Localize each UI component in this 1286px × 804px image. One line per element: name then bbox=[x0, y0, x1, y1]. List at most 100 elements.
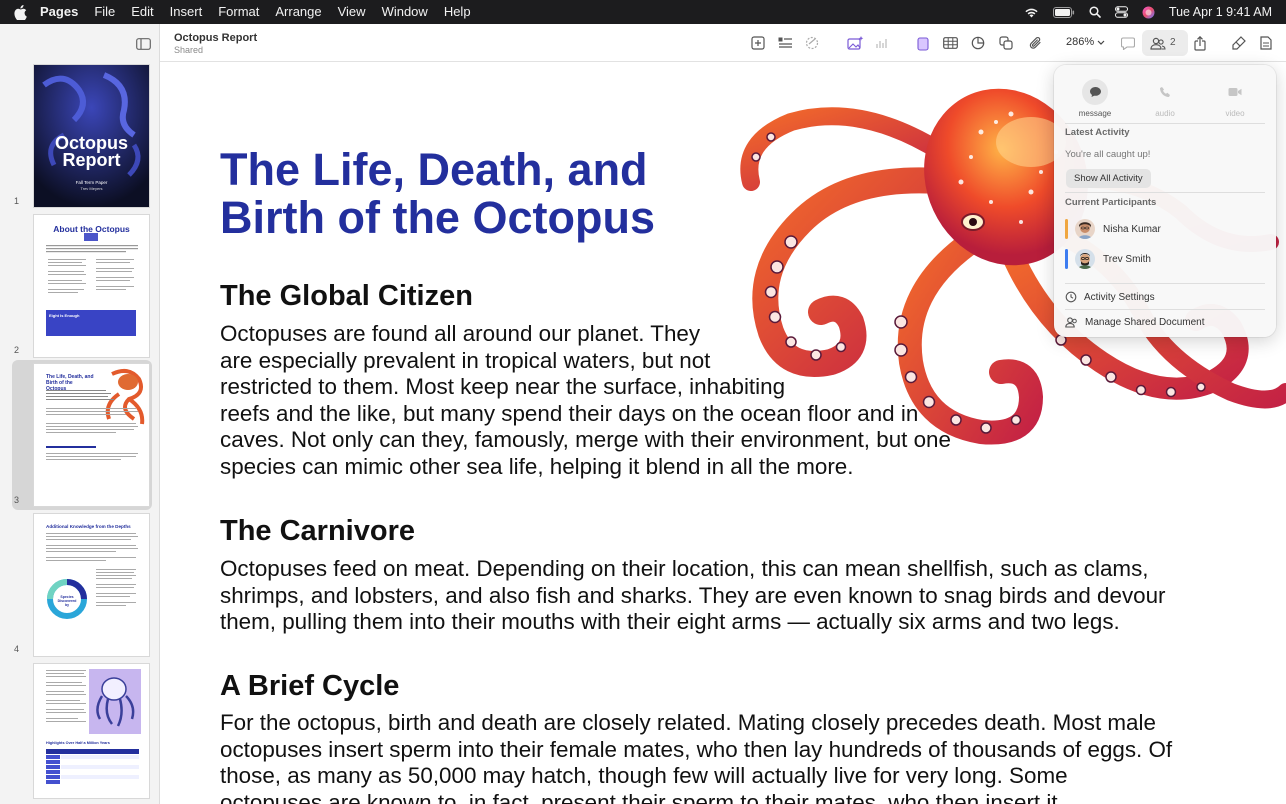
list-style-icon[interactable] bbox=[775, 33, 795, 53]
thumb4-donut-label: Species Discovered by bbox=[57, 595, 77, 607]
text-line: are especially prevalent in tropical wat… bbox=[220, 347, 711, 373]
page-thumbnail-2[interactable]: About the Octopus Eight Is Enough bbox=[34, 215, 149, 357]
heading-line-1: The Life, Death, and bbox=[220, 144, 648, 195]
document-shared-status: Shared bbox=[174, 45, 204, 55]
text-line: reefs and the like, but many spend their… bbox=[220, 400, 919, 426]
video-button[interactable]: video bbox=[1202, 79, 1268, 118]
siri-icon[interactable] bbox=[1142, 6, 1155, 19]
menu-edit[interactable]: Edit bbox=[123, 0, 161, 24]
caught-up-text: You're all caught up! bbox=[1065, 149, 1151, 160]
cover-subtitle: Fall Term Paper bbox=[75, 180, 108, 185]
collaborator-count: 2 bbox=[1170, 37, 1176, 48]
apple-menu-icon[interactable] bbox=[0, 4, 40, 20]
menu-arrange[interactable]: Arrange bbox=[267, 0, 329, 24]
insert-media-icon[interactable] bbox=[845, 33, 865, 53]
activity-settings-item[interactable]: Activity Settings bbox=[1065, 291, 1155, 303]
thumb5-table-title: Highlights Over Half a Million Years bbox=[46, 741, 110, 745]
wifi-icon[interactable] bbox=[1024, 7, 1039, 18]
message-label: message bbox=[1078, 109, 1112, 118]
zoom-level: 286% bbox=[1066, 36, 1095, 48]
comment-icon[interactable] bbox=[1118, 33, 1138, 53]
participant-nisha-kumar[interactable]: Nisha Kumar bbox=[1065, 218, 1265, 240]
status-area: Tue Apr 1 9:41 AM bbox=[1024, 5, 1286, 19]
text-line: caves. Not only can they, famously, merg… bbox=[220, 427, 951, 453]
participant-name: Trev Smith bbox=[1103, 253, 1151, 265]
divider bbox=[1065, 123, 1265, 124]
manage-shared-document-label: Manage Shared Document bbox=[1085, 317, 1205, 328]
cover-author: Trev Meyers bbox=[80, 186, 103, 191]
thumb3-content bbox=[46, 368, 145, 460]
avatar bbox=[1075, 249, 1095, 269]
menu-help[interactable]: Help bbox=[436, 0, 479, 24]
show-all-activity-button[interactable]: Show All Activity bbox=[1066, 169, 1151, 188]
table-icon[interactable] bbox=[940, 33, 960, 53]
menu-window[interactable]: Window bbox=[374, 0, 436, 24]
collaboration-popover: message audio video Latest Activity You'… bbox=[1054, 65, 1276, 337]
chart-disabled-icon bbox=[872, 33, 892, 53]
participant-name: Nisha Kumar bbox=[1103, 223, 1161, 235]
message-icon bbox=[1082, 79, 1108, 105]
document-setup-icon[interactable] bbox=[1256, 33, 1276, 53]
section-heading-global-citizen[interactable]: The Global Citizen bbox=[220, 280, 473, 313]
page-number-1: 1 bbox=[14, 196, 20, 206]
text-line: those, as many as 50,000 may hatch, thou… bbox=[220, 763, 1068, 789]
text-line: them, pulling them into their mouths wit… bbox=[220, 609, 1120, 635]
smart-annotation-icon[interactable] bbox=[802, 33, 822, 53]
message-button[interactable]: message bbox=[1062, 79, 1128, 118]
document-title[interactable]: Octopus Report bbox=[174, 32, 257, 44]
paragraph-carnivore[interactable]: Octopuses feed on meat. Depending on the… bbox=[220, 556, 1166, 636]
settings-clock-icon bbox=[1065, 291, 1077, 303]
heading-line-2: Birth of the Octopus bbox=[220, 192, 655, 243]
shape-icon[interactable] bbox=[996, 33, 1016, 53]
zoom-menu[interactable]: 286% bbox=[1066, 36, 1105, 48]
menu-format[interactable]: Format bbox=[210, 0, 267, 24]
page-thumbnail-1[interactable]: Octopus Report Fall Term Paper Trev Meye… bbox=[34, 65, 149, 207]
section-heading-brief-cycle[interactable]: A Brief Cycle bbox=[220, 670, 399, 703]
page-number-2: 2 bbox=[14, 345, 20, 355]
document-heading[interactable]: The Life, Death, and Birth of the Octopu… bbox=[220, 146, 655, 242]
add-page-icon[interactable] bbox=[748, 33, 768, 53]
page-thumbnail-3[interactable]: The Life, Death, and Birth of the Octopu… bbox=[34, 364, 149, 506]
format-brush-icon[interactable] bbox=[1229, 33, 1249, 53]
battery-icon[interactable] bbox=[1052, 6, 1075, 18]
menubar-clock[interactable]: Tue Apr 1 9:41 AM bbox=[1169, 5, 1272, 19]
current-participants-label: Current Participants bbox=[1065, 197, 1157, 208]
text-line: species can mimic other sea life, helpin… bbox=[220, 453, 854, 479]
control-center-icon[interactable] bbox=[1114, 6, 1128, 18]
text-line: octopuses insert sperm into their female… bbox=[220, 736, 1173, 762]
phone-icon bbox=[1152, 79, 1178, 105]
participant-trev-smith[interactable]: Trev Smith bbox=[1065, 248, 1265, 270]
share-icon[interactable] bbox=[1190, 33, 1210, 53]
people-icon bbox=[1065, 317, 1077, 328]
paragraph-global-citizen[interactable]: Octopuses are found all around our plane… bbox=[220, 321, 951, 481]
menu-file[interactable]: File bbox=[86, 0, 123, 24]
thumb5-content bbox=[46, 669, 141, 784]
manage-shared-document-item[interactable]: Manage Shared Document bbox=[1065, 317, 1205, 328]
divider bbox=[1065, 309, 1265, 310]
thumb4-content bbox=[46, 533, 138, 619]
collaborate-icon[interactable] bbox=[1148, 33, 1168, 53]
avatar bbox=[1075, 219, 1095, 239]
paragraph-brief-cycle[interactable]: For the octopus, birth and death are clo… bbox=[220, 710, 1172, 804]
menu-bar: Pages File Edit Insert Format Arrange Vi… bbox=[0, 0, 1286, 24]
menu-app-name[interactable]: Pages bbox=[40, 0, 86, 24]
chart-icon[interactable] bbox=[968, 33, 988, 53]
divider bbox=[1065, 192, 1265, 193]
page-thumbnail-5[interactable]: Highlights Over Half a Million Years bbox=[34, 664, 149, 798]
menu-view[interactable]: View bbox=[330, 0, 374, 24]
page-number-3: 3 bbox=[14, 495, 20, 505]
text-line: octopuses are known to, in fact, present… bbox=[220, 789, 1058, 804]
page-thumbnail-4[interactable]: Additional Knowledge from the Depths Spe… bbox=[34, 514, 149, 656]
menu-insert[interactable]: Insert bbox=[162, 0, 211, 24]
divider bbox=[1065, 283, 1265, 284]
text-box-icon[interactable] bbox=[913, 33, 933, 53]
video-label: video bbox=[1225, 109, 1245, 118]
latest-activity-label: Latest Activity bbox=[1065, 127, 1130, 138]
attachment-icon[interactable] bbox=[1025, 33, 1045, 53]
spotlight-search-icon[interactable] bbox=[1089, 6, 1101, 18]
audio-label: audio bbox=[1155, 109, 1175, 118]
audio-button[interactable]: audio bbox=[1132, 79, 1198, 118]
section-heading-carnivore[interactable]: The Carnivore bbox=[220, 515, 415, 548]
sidebar-toggle-icon[interactable] bbox=[136, 37, 151, 55]
thumb2-content bbox=[46, 233, 138, 336]
